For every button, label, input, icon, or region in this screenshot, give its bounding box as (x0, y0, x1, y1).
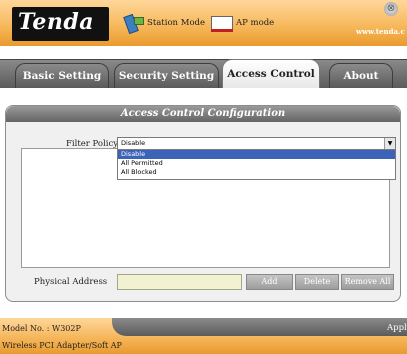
logo: Tenda (12, 7, 109, 41)
physical-address-input[interactable] (117, 274, 242, 290)
dropdown-arrow-icon[interactable]: ▼ (384, 138, 395, 149)
adapter-description: Wireless PCI Adapter/Soft AP (2, 341, 122, 350)
option-all-blocked[interactable]: All Blocked (118, 168, 395, 177)
station-mode-button[interactable]: Station Mode (122, 13, 206, 35)
tab-about[interactable]: About (329, 63, 393, 88)
option-all-permitted[interactable]: All Permitted (118, 159, 395, 168)
tab-bar: Basic Setting Security Setting Access Co… (0, 46, 407, 88)
tab-security-setting[interactable]: Security Setting (114, 63, 219, 88)
delete-button[interactable]: Delete (295, 274, 339, 290)
apply-button[interactable]: Apply (387, 323, 407, 333)
footer-tab-strip (112, 318, 407, 336)
close-icon[interactable]: ⊗ (384, 2, 398, 16)
header-bar: Tenda Station Mode AP mode ⊗ www.tenda.c (0, 0, 407, 46)
station-icon (122, 13, 144, 35)
ap-mode-label: AP mode (236, 18, 275, 28)
physical-address-label: Physical Address (34, 277, 108, 287)
tab-access-control[interactable]: Access Control (222, 59, 320, 88)
filter-policy-value: Disable (121, 139, 146, 147)
tab-basic-setting[interactable]: Basic Setting (15, 63, 109, 88)
ap-icon (211, 14, 233, 32)
remove-all-button[interactable]: Remove All (341, 274, 394, 290)
model-number: Model No. : W302P (2, 324, 81, 333)
website-url: www.tenda.c (356, 27, 405, 36)
logo-text: Tenda (18, 9, 94, 35)
add-button[interactable]: Add (246, 274, 293, 290)
access-control-panel: Access Control Configuration Filter Poli… (5, 105, 401, 302)
ap-mode-button[interactable]: AP mode (211, 14, 274, 32)
station-mode-label: Station Mode (147, 18, 206, 28)
option-disable[interactable]: Disable (118, 150, 395, 159)
footer-bar: Apply Model No. : W302P Wireless PCI Ada… (0, 318, 407, 354)
panel-title: Access Control Configuration (6, 106, 400, 122)
filter-policy-dropdown: Disable All Permitted All Blocked (117, 149, 396, 180)
app-window: Tenda Station Mode AP mode ⊗ www.tenda.c… (0, 0, 407, 354)
